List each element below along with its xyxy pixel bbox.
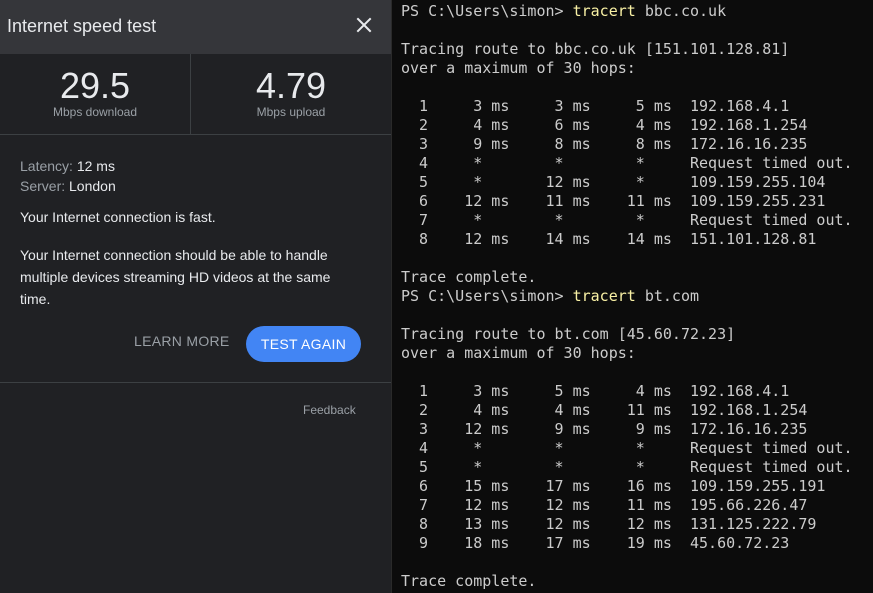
terminal-prompt-line: PS C:\Users\simon> tracert bt.com [401, 287, 853, 306]
terminal-line: 7 * * * Request timed out. [401, 211, 853, 229]
upload-metric: 4.79 Mbps upload [191, 54, 391, 134]
upload-unit: Mbps upload [256, 105, 326, 119]
terminal-line: 1 3 ms 3 ms 5 ms 192.168.4.1 [401, 97, 790, 115]
terminal-line: 3 9 ms 8 ms 8 ms 172.16.16.235 [401, 135, 808, 153]
terminal-line: 6 12 ms 11 ms 11 ms 109.159.255.231 [401, 192, 826, 210]
command-args: bbc.co.uk [635, 2, 727, 20]
connection-description: Your Internet connection should be able … [20, 247, 331, 307]
terminal-line: Tracing route to bt.com [45.60.72.23] [401, 325, 736, 343]
download-unit: Mbps download [52, 105, 138, 119]
feedback-link[interactable]: Feedback [303, 403, 356, 417]
terminal-line: 7 12 ms 12 ms 11 ms 195.66.226.47 [401, 496, 808, 514]
close-icon [356, 17, 372, 33]
speed-details: Latency: 12 ms Server: London [20, 156, 370, 196]
terminal-line: 5 * 12 ms * 109.159.255.104 [401, 173, 826, 191]
connection-status: Your Internet connection is fast. [20, 209, 216, 225]
panel-separator [0, 382, 391, 383]
download-value: 29.5 [59, 65, 131, 106]
upload-value: 4.79 [255, 65, 327, 106]
terminal-line: 8 13 ms 12 ms 12 ms 131.125.222.79 [401, 515, 817, 533]
latency-label: Latency: [20, 158, 73, 174]
latency-row: Latency: 12 ms [20, 156, 370, 176]
prompt-text: PS C:\Users\simon> [401, 287, 573, 305]
terminal-window[interactable]: PS C:\Users\simon> tracert bbc.co.uk Trac… [391, 0, 873, 593]
command-text: tracert [572, 287, 636, 305]
terminal-line: Tracing route to bbc.co.uk [151.101.128.… [401, 40, 790, 58]
prompt-text: PS C:\Users\simon> [401, 2, 573, 20]
terminal-line: 9 18 ms 17 ms 19 ms 45.60.72.23 [401, 534, 790, 552]
speed-metrics: 29.5 Mbps download 4.79 Mbps upload [0, 54, 391, 135]
terminal-line: 6 15 ms 17 ms 16 ms 109.159.255.191 [401, 477, 826, 495]
terminal-line: 1 3 ms 5 ms 4 ms 192.168.4.1 [401, 382, 790, 400]
terminal-line: 5 * * * Request timed out. [401, 458, 853, 476]
latency-value: 12 ms [76, 158, 115, 174]
speed-test-title: Internet speed test [7, 16, 157, 36]
test-again-button[interactable]: TEST AGAIN [246, 326, 361, 362]
download-metric: 29.5 Mbps download [0, 54, 190, 134]
speed-test-panel: Internet speed test 29.5 Mbps download 4… [0, 0, 391, 593]
learn-more-button[interactable]: LEARN MORE [134, 333, 230, 349]
server-value: London [69, 178, 116, 194]
speed-test-header: Internet speed test [0, 0, 391, 54]
terminal-line: Trace complete. [401, 572, 537, 590]
terminal-line: 4 * * * Request timed out. [401, 439, 853, 457]
terminal-line: over a maximum of 30 hops: [401, 344, 636, 362]
terminal-line: 8 12 ms 14 ms 14 ms 151.101.128.81 [401, 230, 817, 248]
server-label: Server: [20, 178, 66, 194]
screen: Internet speed test 29.5 Mbps download 4… [0, 0, 873, 593]
command-text: tracert [572, 2, 636, 20]
terminal-line: 2 4 ms 4 ms 11 ms 192.168.1.254 [401, 401, 808, 419]
terminal-line: over a maximum of 30 hops: [401, 59, 636, 77]
terminal-line: 2 4 ms 6 ms 4 ms 192.168.1.254 [401, 116, 808, 134]
terminal-output: PS C:\Users\simon> tracert bbc.co.uk Trac… [401, 2, 853, 591]
terminal-line: 3 12 ms 9 ms 9 ms 172.16.16.235 [401, 420, 808, 438]
close-button[interactable] [352, 13, 376, 37]
server-row: Server: London [20, 176, 370, 196]
terminal-prompt-line: PS C:\Users\simon> tracert bbc.co.uk [401, 2, 853, 21]
terminal-line: 4 * * * Request timed out. [401, 154, 853, 172]
terminal-line: Trace complete. [401, 268, 537, 286]
command-args: bt.com [635, 287, 700, 305]
